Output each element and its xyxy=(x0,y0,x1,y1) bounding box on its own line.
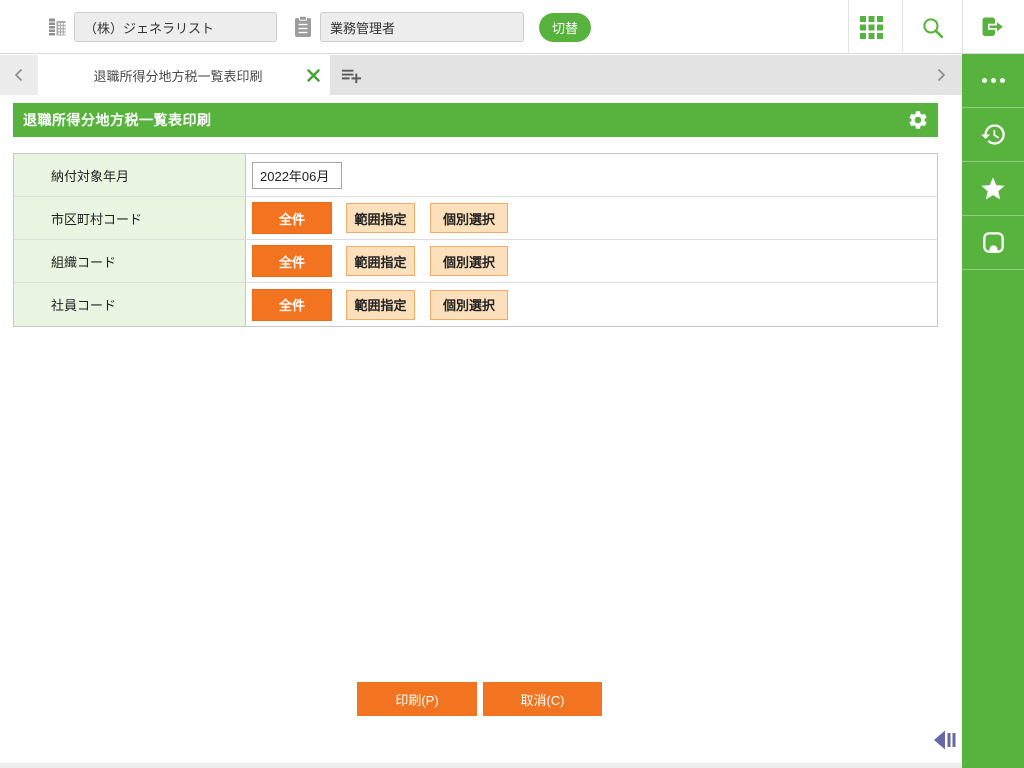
tab-label: 退職所得分地方税一覧表印刷 xyxy=(93,68,263,84)
clipboard-role-icon xyxy=(293,15,313,39)
municipality-range-button[interactable]: 範囲指定 xyxy=(346,203,415,233)
page-title: 退職所得分地方税一覧表印刷 xyxy=(23,112,212,128)
role-input[interactable] xyxy=(320,12,524,42)
company-building-icon xyxy=(46,16,68,38)
logout-icon[interactable] xyxy=(979,15,1006,39)
topbar-divider xyxy=(962,0,963,54)
tab-active[interactable]: 退職所得分地方税一覧表印刷 xyxy=(38,55,330,95)
organization-individual-button[interactable]: 個別選択 xyxy=(430,246,508,276)
top-bar: 切替 xyxy=(0,0,1024,54)
form-row-employee-code: 社員コード 全件 範囲指定 個別選択 xyxy=(14,283,937,326)
row-label: 社員コード xyxy=(14,283,246,326)
next-tab-chevron-icon[interactable] xyxy=(922,55,960,95)
bookmark-icon[interactable] xyxy=(962,216,1024,270)
right-sidebar xyxy=(962,54,1024,768)
history-icon[interactable] xyxy=(962,108,1024,162)
collapse-left-icon[interactable] xyxy=(933,729,958,751)
organization-all-button[interactable]: 全件 xyxy=(252,245,332,277)
row-label: 組織コード xyxy=(14,240,246,282)
form-row-payment-month: 納付対象年月 xyxy=(14,154,937,197)
settings-gear-icon[interactable] xyxy=(907,109,929,131)
prev-tab-chevron-icon[interactable] xyxy=(0,55,38,95)
switch-button[interactable]: 切替 xyxy=(539,13,591,42)
tab-bar: 退職所得分地方税一覧表印刷 xyxy=(0,55,962,95)
company-input[interactable] xyxy=(74,12,277,42)
topbar-divider xyxy=(848,0,849,54)
print-settings-form: 納付対象年月 市区町村コード 全件 範囲指定 個別選択 組織コード 全件 範囲指… xyxy=(13,153,938,327)
form-row-municipality-code: 市区町村コード 全件 範囲指定 個別選択 xyxy=(14,197,937,240)
search-icon[interactable] xyxy=(920,15,945,40)
row-label: 市区町村コード xyxy=(14,197,246,239)
payment-month-input[interactable] xyxy=(252,161,342,189)
employee-all-button[interactable]: 全件 xyxy=(252,288,332,321)
row-label: 納付対象年月 xyxy=(14,154,246,196)
cancel-button[interactable]: 取消(C) xyxy=(483,682,602,716)
app-screen: 切替 xyxy=(0,0,1024,768)
municipality-all-button[interactable]: 全件 xyxy=(252,202,332,234)
close-tab-icon[interactable] xyxy=(296,55,330,95)
page-header: 退職所得分地方税一覧表印刷 xyxy=(13,103,938,137)
organization-range-button[interactable]: 範囲指定 xyxy=(346,246,415,276)
employee-individual-button[interactable]: 個別選択 xyxy=(430,289,508,320)
form-row-organization-code: 組織コード 全件 範囲指定 個別選択 xyxy=(14,240,937,283)
favorite-star-icon[interactable] xyxy=(962,162,1024,216)
print-button[interactable]: 印刷(P) xyxy=(357,682,477,716)
add-tab-icon[interactable] xyxy=(338,64,365,87)
topbar-divider xyxy=(902,0,903,54)
more-dots-icon[interactable] xyxy=(962,54,1024,108)
bottom-strip xyxy=(0,763,962,768)
employee-range-button[interactable]: 範囲指定 xyxy=(346,289,415,320)
municipality-individual-button[interactable]: 個別選択 xyxy=(430,203,508,233)
apps-grid-icon[interactable] xyxy=(860,16,883,39)
